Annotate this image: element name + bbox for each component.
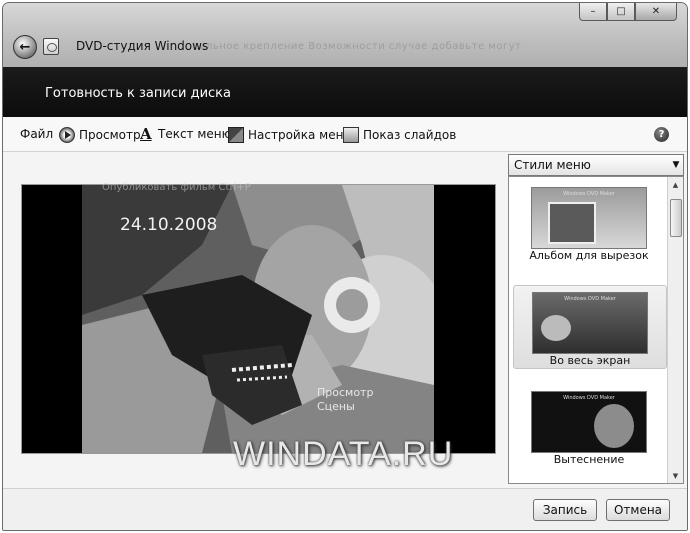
window-title: DVD-студия Windows: [76, 39, 209, 53]
menu-settings-label: Настройка меню: [248, 128, 354, 142]
scroll-thumb[interactable]: [670, 199, 682, 237]
help-icon[interactable]: ?: [654, 127, 669, 142]
style-label: Вытеснение: [553, 453, 625, 466]
menu-styles-dropdown[interactable]: Стили меню ▼: [508, 154, 684, 176]
minimize-button[interactable]: –: [579, 3, 607, 21]
title-bar: сильное крепление Возможности случае доб…: [3, 3, 687, 67]
customize-menu-icon: [228, 127, 244, 143]
thumbnail-title: Windows DVD Maker: [563, 191, 615, 197]
window-controls: – □ ✕: [579, 3, 677, 21]
scene-preview-link[interactable]: Просмотр Сцены: [317, 386, 373, 414]
background-menu-text: Опубликовать фильм Ctrl+P: [102, 182, 251, 193]
preview-button[interactable]: Просмотр: [59, 127, 141, 143]
menu-text-label: Текст меню: [158, 127, 232, 141]
preview-label: Просмотр: [79, 128, 141, 142]
style-thumbnail: Windows DVD Maker: [531, 391, 647, 453]
watermark-text: WINDATA.RU: [233, 435, 454, 473]
style-thumbnail: Windows DVD Maker: [531, 187, 647, 249]
dvd-maker-app-icon: [43, 38, 59, 55]
styles-scrollbar[interactable]: ▲ ▼: [667, 177, 683, 483]
file-menu-label: Файл: [20, 127, 54, 141]
scene-preview-line2: Сцены: [317, 400, 355, 413]
scroll-up-icon[interactable]: ▲: [668, 177, 683, 192]
thumbnail-title: Windows DVD Maker: [563, 395, 615, 401]
style-item-scrapbook[interactable]: Windows DVD Maker Альбом для вырезок: [513, 181, 665, 263]
style-label: Альбом для вырезок: [529, 249, 649, 262]
thumbnail-flower: [541, 315, 571, 341]
file-menu[interactable]: Файл: [20, 127, 53, 141]
thumbnail-flower: [594, 404, 634, 448]
style-item-displacement[interactable]: Windows DVD Maker Вытеснение: [513, 385, 665, 467]
text-format-icon: A: [140, 125, 152, 143]
thumbnail-title: Windows DVD Maker: [564, 296, 616, 302]
menu-settings-button[interactable]: Настройка меню: [228, 127, 354, 143]
back-arrow-icon: ←: [19, 39, 31, 55]
style-label: Во весь экран: [549, 354, 631, 367]
wizard-header: Готовность к записи диска: [3, 67, 687, 117]
back-button[interactable]: ←: [13, 35, 37, 59]
scroll-down-icon[interactable]: ▼: [668, 468, 683, 483]
menu-styles-list[interactable]: Windows DVD Maker Альбом для вырезок Win…: [508, 176, 684, 484]
disc-title-date[interactable]: 24.10.2008: [120, 215, 217, 235]
slideshow-label: Показ слайдов: [363, 128, 457, 142]
menu-preview: Опубликовать фильм Ctrl+P 24.10.2008 Про…: [21, 182, 496, 454]
maximize-button[interactable]: □: [607, 3, 635, 21]
slideshow-icon: [343, 127, 359, 143]
style-thumbnail: Windows DVD Maker: [532, 292, 648, 354]
close-button[interactable]: ✕: [635, 3, 677, 21]
page-title: Готовность к записи диска: [45, 86, 231, 101]
cancel-button[interactable]: Отмена: [606, 499, 670, 521]
menu-text-button[interactable]: A Текст меню: [140, 125, 232, 143]
menu-styles-label: Стили меню: [514, 158, 591, 172]
scene-preview-line1: Просмотр: [317, 386, 374, 399]
style-item-fullscreen[interactable]: Windows DVD Maker Во весь экран: [513, 285, 667, 369]
slideshow-button[interactable]: Показ слайдов: [343, 127, 456, 143]
toolbar: Файл Просмотр A Текст меню Настройка мен…: [3, 117, 687, 152]
play-icon: [59, 127, 75, 143]
dvd-maker-window: сильное крепление Возможности случае доб…: [2, 2, 688, 531]
record-button[interactable]: Запись: [533, 499, 597, 521]
footer-bar: Запись Отмена: [3, 488, 687, 530]
background-text: сильное крепление Возможности случае доб…: [193, 41, 522, 52]
chevron-down-icon: ▼: [672, 160, 680, 170]
thumbnail-photo: [548, 202, 596, 244]
